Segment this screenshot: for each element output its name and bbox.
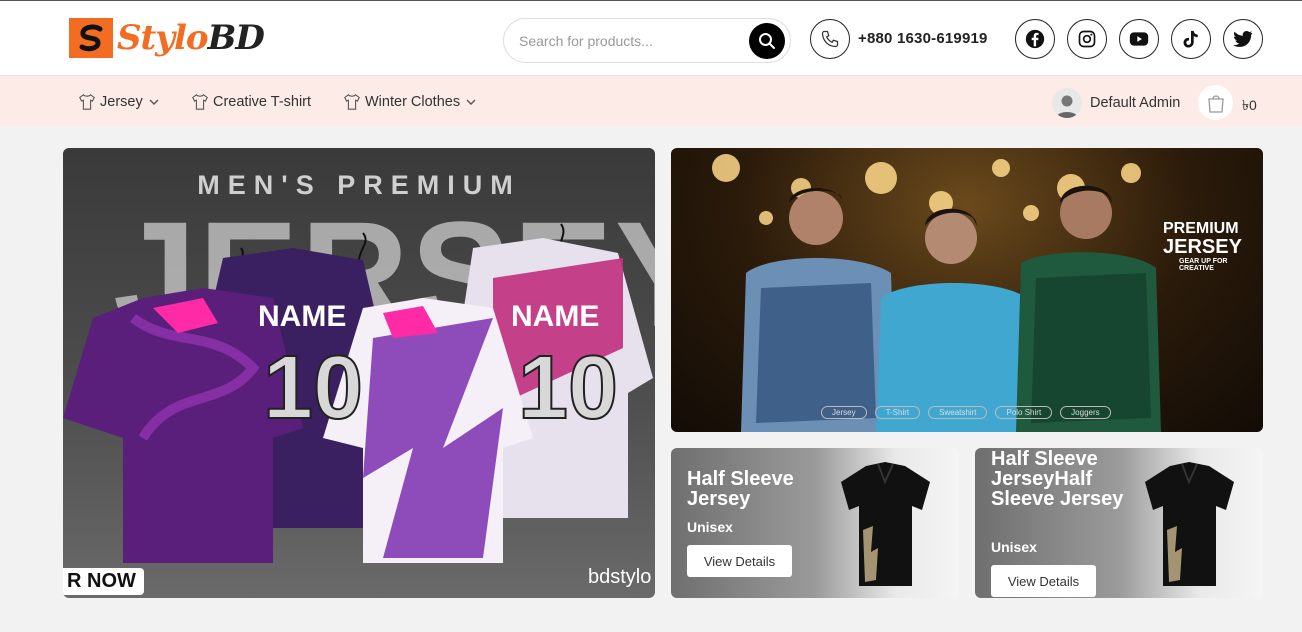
youtube-link[interactable] (1119, 19, 1159, 59)
promo-card: Half Sleeve JerseyHalf Sleeve Jersey Uni… (975, 448, 1263, 598)
cart-button[interactable] (1198, 85, 1233, 120)
chevron-down-icon (149, 99, 159, 105)
nav-label: Creative T-shirt (213, 94, 312, 110)
view-details-button[interactable]: View Details (687, 545, 792, 577)
svg-text:NAME: NAME (511, 300, 599, 333)
pill: Jersey (821, 406, 867, 419)
shopping-bag-icon (1207, 94, 1224, 113)
facebook-icon (1025, 29, 1045, 49)
user-name: Default Admin (1090, 95, 1181, 111)
instagram-link[interactable] (1067, 19, 1107, 59)
black-polo-shirt-image (1145, 462, 1234, 586)
card-title: Half Sleeve Jersey (687, 468, 794, 510)
nav-item-creative-tshirt[interactable]: Creative T-shirt (191, 93, 311, 111)
nav-label: Winter Clothes (365, 94, 461, 110)
view-details-button[interactable]: View Details (991, 565, 1096, 597)
card-subtitle: Unisex (687, 519, 733, 535)
promo-card: Half Sleeve Jersey Unisex View Details (671, 448, 959, 598)
hero-banner-models[interactable]: PREMIUM JERSEY GEAR UP FOR CREATIVE Jers… (671, 148, 1263, 432)
chevron-down-icon (466, 99, 476, 105)
shirt-icon (192, 93, 208, 110)
site-logo[interactable]: StyloBD (69, 18, 265, 58)
main-nav: Jersey Creative T-shirt Winter Clothes D… (0, 76, 1302, 127)
nav-item-winter-clothes[interactable]: Winter Clothes (343, 93, 480, 111)
shirt-icon (344, 93, 360, 110)
nav-label: Jersey (100, 94, 143, 110)
tiktok-icon (1183, 30, 1198, 48)
nav-item-jersey[interactable]: Jersey (78, 93, 163, 111)
cart-total: ৳0 (1242, 97, 1257, 113)
tiktok-link[interactable] (1171, 19, 1211, 59)
search-input[interactable] (519, 31, 739, 51)
svg-text:NAME: NAME (258, 300, 346, 333)
jersey-illustration: NAME NAME 10 10 (63, 223, 653, 563)
instagram-icon (1078, 30, 1096, 48)
user-account[interactable]: Default Admin (1052, 88, 1180, 118)
card-subtitle: Unisex (991, 539, 1037, 555)
twitter-link[interactable] (1223, 19, 1263, 59)
tagline: GEAR UP FOR CREATIVE (1179, 258, 1228, 272)
twitter-icon (1233, 31, 1253, 47)
card-title: Half Sleeve JerseyHalf Sleeve Jersey (991, 448, 1124, 510)
search-box (503, 18, 791, 63)
models-illustration (712, 154, 1161, 432)
search-button[interactable] (749, 23, 785, 59)
black-polo-shirt-image (841, 462, 930, 586)
pill: Joggers (1060, 406, 1111, 419)
pill: T-Shirt (874, 406, 921, 419)
pill: Sweatshirt (928, 406, 988, 419)
top-header: StyloBD +880 1630-619919 (0, 0, 1302, 76)
search-icon (759, 33, 775, 49)
banner-watermark: bdstylo (588, 566, 652, 588)
hero-banner-jersey[interactable]: MEN'S PREMIUM JERSEY NAME NAME 10 10 R N… (63, 148, 655, 598)
phone-icon (821, 30, 839, 48)
avatar (1052, 88, 1082, 118)
banner-category-pills: Jersey T-Shirt Sweatshirt Polo Shirt Jog… (821, 406, 1111, 419)
youtube-icon (1129, 32, 1149, 46)
facebook-link[interactable] (1015, 19, 1055, 59)
pill: Polo Shirt (995, 406, 1053, 419)
logo-text: StyloBD (117, 18, 265, 58)
order-now-badge: R NOW (63, 568, 144, 595)
jersey-label: JERSEY (1163, 236, 1242, 258)
logo-icon (69, 18, 113, 58)
svg-text:10: 10 (518, 338, 618, 438)
phone-button[interactable] (810, 19, 850, 59)
phone-number[interactable]: +880 1630-619919 (858, 30, 988, 47)
svg-text:10: 10 (263, 338, 363, 438)
shirt-icon (79, 93, 95, 110)
